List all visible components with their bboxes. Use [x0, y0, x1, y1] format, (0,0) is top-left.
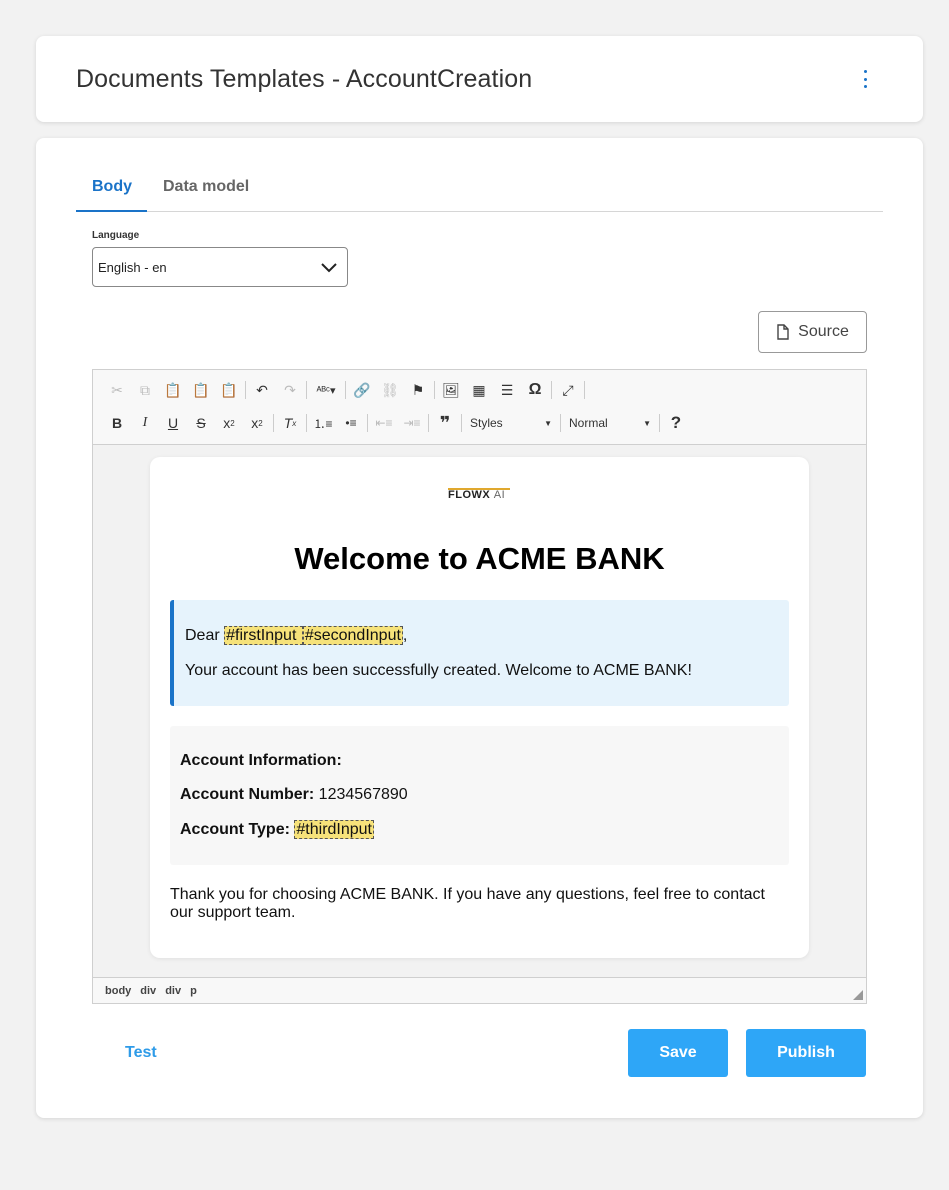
account-info-title: Account Information: — [180, 752, 342, 769]
styles-dropdown[interactable]: Styles ▼ — [464, 412, 558, 434]
logo-main-text: FLOWX — [448, 489, 491, 501]
spellcheck-icon[interactable]: ᴬᴮᶜ▾ — [309, 378, 343, 402]
bold-icon[interactable]: B — [103, 411, 131, 435]
strikethrough-icon[interactable]: S — [187, 411, 215, 435]
dropdown-arrow-icon: ▼ — [643, 418, 651, 428]
toolbar-separator — [273, 414, 274, 432]
toolbar-separator — [245, 381, 246, 399]
main-card: Body Data model Language English - en So… — [36, 138, 923, 1118]
save-button[interactable]: Save — [628, 1029, 728, 1077]
toolbar-separator — [584, 381, 585, 399]
editor-content-area[interactable]: FLOWX AI Welcome to ACME BANK Dear #firs… — [93, 446, 866, 978]
flowx-logo: FLOWX AI — [448, 489, 505, 501]
undo-icon[interactable]: ↶ — [248, 378, 276, 402]
welcome-message: Your account has been successfully creat… — [185, 662, 692, 679]
table-icon[interactable]: ▦ — [465, 378, 493, 402]
source-button[interactable]: Source — [758, 311, 867, 353]
language-value: English - en — [98, 260, 167, 275]
chevron-down-icon — [321, 263, 337, 273]
copy-icon[interactable]: ⧉ — [131, 378, 159, 402]
help-icon[interactable]: ? — [662, 411, 690, 435]
language-select[interactable]: English - en — [92, 247, 348, 287]
redo-icon[interactable]: ↷ — [276, 378, 304, 402]
path-item[interactable]: p — [190, 985, 197, 1003]
account-type-label: Account Type: — [180, 821, 290, 838]
thanks-paragraph: Thank you for choosing ACME BANK. If you… — [170, 886, 765, 921]
toolbar-separator — [306, 414, 307, 432]
indent-icon[interactable]: ⇥≡ — [398, 411, 426, 435]
anchor-flag-icon[interactable]: ⚑ — [404, 378, 432, 402]
paste-icon[interactable]: 📋 — [159, 378, 187, 402]
tab-data-model[interactable]: Data model — [163, 178, 249, 196]
toolbar-separator — [551, 381, 552, 399]
numbered-list-icon[interactable]: ⒈≡ — [309, 411, 337, 435]
blockquote-icon[interactable]: ❞ — [431, 411, 459, 435]
outdent-icon[interactable]: ⇤≡ — [370, 411, 398, 435]
greeting-line: Dear #firstInput #secondInput, — [185, 626, 408, 645]
subscript-icon[interactable]: x2 — [215, 411, 243, 435]
dropdown-arrow-icon: ▼ — [544, 418, 552, 428]
logo-suffix-text: AI — [493, 489, 506, 501]
path-item[interactable]: div — [140, 985, 156, 1003]
format-dropdown[interactable]: Normal ▼ — [563, 412, 657, 434]
publish-button[interactable]: Publish — [746, 1029, 866, 1077]
element-path-bar: body div div p — [93, 977, 866, 1003]
paste-text-icon[interactable]: 📋 — [187, 378, 215, 402]
toolbar-separator — [659, 414, 660, 432]
link-icon[interactable]: 🔗 — [348, 378, 376, 402]
toolbar-separator — [461, 414, 462, 432]
tab-bar: Body Data model — [76, 166, 883, 212]
tab-body[interactable]: Body — [92, 178, 132, 196]
styles-label: Styles — [470, 416, 503, 430]
cut-icon[interactable]: ✂ — [103, 378, 131, 402]
document-icon — [777, 324, 789, 340]
maximize-icon[interactable]: ⤢ — [554, 378, 582, 402]
toolbar-row-1: ✂ ⧉ 📋 📋 📋 ↶ ↷ ᴬᴮᶜ▾ 🔗 ⛓ ⚑ 🖼 ▦ ☰ Ω ⤢ — [103, 378, 587, 402]
toolbar-row-2: B I U S x2 x2 Tx ⒈≡ •≡ ⇤≡ ⇥≡ ❞ Styles ▼ … — [103, 411, 690, 435]
path-item[interactable]: body — [105, 985, 131, 1003]
toolbar-separator — [345, 381, 346, 399]
greeting-box: Dear #firstInput #secondInput, Your acco… — [170, 600, 789, 706]
welcome-heading: Welcome to ACME BANK — [294, 541, 665, 576]
toolbar-separator — [306, 381, 307, 399]
active-tab-indicator — [76, 210, 147, 212]
image-icon[interactable]: 🖼 — [437, 378, 465, 402]
superscript-icon[interactable]: x2 — [243, 411, 271, 435]
toolbar-separator — [560, 414, 561, 432]
account-number-line: Account Number: 1234567890 — [180, 786, 408, 804]
resize-handle-icon[interactable] — [853, 990, 863, 1000]
placeholder-second-input[interactable]: #secondInput — [302, 626, 403, 645]
account-type-line: Account Type: #thirdInput — [180, 820, 374, 839]
bulleted-list-icon[interactable]: •≡ — [337, 411, 365, 435]
horizontal-line-icon[interactable]: ☰ — [493, 378, 521, 402]
rich-text-editor: ✂ ⧉ 📋 📋 📋 ↶ ↷ ᴬᴮᶜ▾ 🔗 ⛓ ⚑ 🖼 ▦ ☰ Ω ⤢ B I U… — [92, 369, 867, 1004]
source-button-label: Source — [798, 323, 849, 340]
more-options-icon[interactable] — [861, 70, 869, 88]
placeholder-first-input[interactable]: #firstInput — [224, 626, 303, 645]
document-preview: FLOWX AI Welcome to ACME BANK Dear #firs… — [150, 457, 809, 958]
path-item[interactable]: div — [165, 985, 181, 1003]
toolbar-separator — [367, 414, 368, 432]
remove-format-icon[interactable]: Tx — [276, 411, 304, 435]
test-link[interactable]: Test — [125, 1044, 157, 1062]
page-title: Documents Templates - AccountCreation — [76, 65, 533, 93]
format-label: Normal — [569, 416, 608, 430]
language-label: Language — [92, 230, 140, 241]
special-char-icon[interactable]: Ω — [521, 378, 549, 402]
account-info-box: Account Information: Account Number: 123… — [170, 726, 789, 865]
toolbar-separator — [434, 381, 435, 399]
account-number-value: 1234567890 — [314, 786, 408, 803]
paste-word-icon[interactable]: 📋 — [215, 378, 243, 402]
editor-toolbar: ✂ ⧉ 📋 📋 📋 ↶ ↷ ᴬᴮᶜ▾ 🔗 ⛓ ⚑ 🖼 ▦ ☰ Ω ⤢ B I U… — [93, 370, 866, 445]
unlink-icon[interactable]: ⛓ — [376, 378, 404, 402]
toolbar-separator — [428, 414, 429, 432]
account-number-label: Account Number: — [180, 786, 315, 803]
greeting-prefix: Dear — [185, 627, 225, 644]
header-card: Documents Templates - AccountCreation — [36, 36, 923, 122]
placeholder-third-input[interactable]: #thirdInput — [294, 820, 374, 839]
italic-icon[interactable]: I — [131, 411, 159, 435]
underline-icon[interactable]: U — [159, 411, 187, 435]
greeting-suffix: , — [402, 627, 408, 644]
